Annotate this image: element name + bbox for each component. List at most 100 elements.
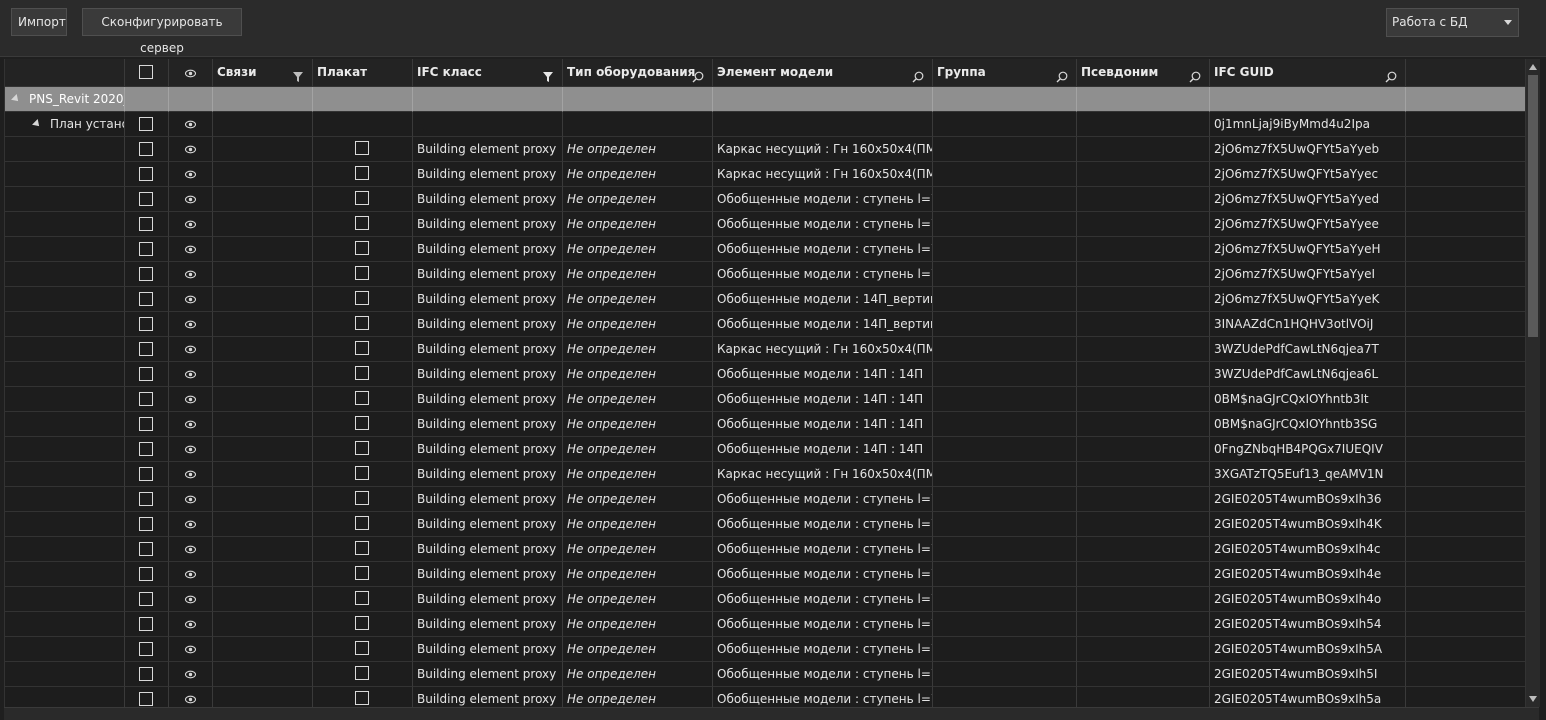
row-checkbox[interactable] [139, 367, 153, 381]
poster-checkbox[interactable] [355, 466, 369, 480]
poster-checkbox[interactable] [355, 516, 369, 530]
scrollbar-thumb[interactable] [1528, 75, 1538, 337]
eye-icon[interactable] [185, 169, 196, 180]
header-group[interactable]: Группа [933, 59, 1077, 87]
table-row[interactable]: Building element proxy Не определен Обобще… [5, 637, 1526, 662]
eye-icon[interactable] [185, 419, 196, 430]
table-row[interactable]: Building element proxy Не определен Каркас… [5, 337, 1526, 362]
configure-server-button[interactable]: Сконфигурировать сервер [82, 8, 242, 55]
row-checkbox[interactable] [139, 117, 153, 131]
poster-checkbox[interactable] [355, 316, 369, 330]
eye-icon[interactable] [185, 369, 196, 380]
poster-checkbox[interactable] [355, 141, 369, 155]
eye-icon[interactable] [185, 494, 196, 505]
import-button[interactable]: Импорт [11, 8, 67, 36]
select-all-checkbox[interactable] [139, 65, 153, 79]
table-row[interactable]: Building element proxy Не определен Обобще… [5, 587, 1526, 612]
poster-checkbox[interactable] [355, 566, 369, 580]
search-icon[interactable] [912, 66, 924, 83]
poster-checkbox[interactable] [355, 291, 369, 305]
table-row[interactable]: Building element proxy Не определен Каркас… [5, 462, 1526, 487]
table-row[interactable]: Building element proxy Не определен Обобще… [5, 537, 1526, 562]
eye-icon[interactable] [185, 269, 196, 280]
eye-icon[interactable] [185, 244, 196, 255]
poster-checkbox[interactable] [355, 241, 369, 255]
search-icon[interactable] [1189, 66, 1201, 83]
poster-checkbox[interactable] [355, 391, 369, 405]
poster-checkbox[interactable] [355, 191, 369, 205]
eye-icon[interactable] [185, 444, 196, 455]
mode-dropdown[interactable]: Работа с БД [1386, 8, 1519, 37]
poster-checkbox[interactable] [355, 416, 369, 430]
filter-icon[interactable] [292, 66, 304, 82]
row-checkbox[interactable] [139, 192, 153, 206]
table-row[interactable]: Building element proxy Не определен Обобще… [5, 562, 1526, 587]
scroll-up-icon[interactable] [1529, 64, 1537, 70]
row-checkbox[interactable] [139, 592, 153, 606]
search-icon[interactable] [1056, 66, 1068, 83]
row-checkbox[interactable] [139, 692, 153, 706]
poster-checkbox[interactable] [355, 641, 369, 655]
poster-checkbox[interactable] [355, 266, 369, 280]
poster-checkbox[interactable] [355, 616, 369, 630]
row-checkbox[interactable] [139, 492, 153, 506]
eye-icon[interactable] [185, 144, 196, 155]
eye-icon[interactable] [185, 344, 196, 355]
eye-icon[interactable] [185, 569, 196, 580]
row-checkbox[interactable] [139, 242, 153, 256]
poster-checkbox[interactable] [355, 666, 369, 680]
eye-icon[interactable] [185, 694, 196, 705]
row-checkbox[interactable] [139, 292, 153, 306]
table-row[interactable]: Building element proxy Не определен Обобще… [5, 287, 1526, 312]
poster-checkbox[interactable] [355, 166, 369, 180]
header-model-element[interactable]: Элемент модели [713, 59, 933, 87]
scroll-down-icon[interactable] [1529, 696, 1537, 702]
table-row[interactable]: Building element proxy Не определен Обобще… [5, 262, 1526, 287]
row-checkbox[interactable] [139, 617, 153, 631]
tree-child-cell[interactable]: План устано [5, 112, 125, 137]
table-row[interactable]: Building element proxy Не определен Каркас… [5, 137, 1526, 162]
eye-icon[interactable] [185, 519, 196, 530]
expand-triangle-icon[interactable] [11, 94, 21, 104]
table-row[interactable]: Building element proxy Не определен Обобще… [5, 387, 1526, 412]
tree-child-row[interactable]: План устано 0j1mnLjaj9iByMmd4u2Ipa [5, 112, 1526, 137]
horizontal-scrollbar[interactable] [4, 707, 1539, 720]
eye-icon[interactable] [185, 469, 196, 480]
row-checkbox[interactable] [139, 542, 153, 556]
filter-icon[interactable] [542, 66, 554, 82]
eye-icon[interactable] [185, 619, 196, 630]
table-row[interactable]: Building element proxy Не определен Обобще… [5, 662, 1526, 687]
eye-icon[interactable] [185, 294, 196, 305]
row-checkbox[interactable] [139, 167, 153, 181]
tree-root-cell[interactable]: PNS_Revit 2020_c [5, 87, 125, 112]
table-row[interactable]: Building element proxy Не определен Обобще… [5, 687, 1526, 707]
eye-icon[interactable] [185, 669, 196, 680]
table-row[interactable]: Building element proxy Не определен Обобще… [5, 312, 1526, 337]
eye-icon[interactable] [185, 319, 196, 330]
header-ifc-guid[interactable]: IFC GUID [1210, 59, 1406, 87]
vertical-scrollbar[interactable] [1525, 59, 1540, 707]
poster-checkbox[interactable] [355, 591, 369, 605]
search-icon[interactable] [1385, 66, 1397, 83]
row-checkbox[interactable] [139, 667, 153, 681]
table-row[interactable]: Building element proxy Не определен Обобще… [5, 437, 1526, 462]
table-row[interactable]: Building element proxy Не определен Обобще… [5, 237, 1526, 262]
row-checkbox[interactable] [139, 642, 153, 656]
table-row[interactable]: Building element proxy Не определен Обобще… [5, 362, 1526, 387]
eye-icon[interactable] [185, 594, 196, 605]
expand-triangle-icon[interactable] [32, 119, 42, 129]
eye-icon[interactable] [185, 219, 196, 230]
header-links[interactable]: Связи [213, 59, 313, 87]
poster-checkbox[interactable] [355, 491, 369, 505]
poster-checkbox[interactable] [355, 541, 369, 555]
row-checkbox[interactable] [139, 392, 153, 406]
row-checkbox[interactable] [139, 217, 153, 231]
eye-icon[interactable] [185, 644, 196, 655]
poster-checkbox[interactable] [355, 366, 369, 380]
row-checkbox[interactable] [139, 517, 153, 531]
eye-icon[interactable] [185, 194, 196, 205]
table-row[interactable]: Building element proxy Не определен Обобще… [5, 612, 1526, 637]
table-row[interactable]: Building element proxy Не определен Каркас… [5, 162, 1526, 187]
row-checkbox[interactable] [139, 317, 153, 331]
eye-icon[interactable] [185, 119, 196, 130]
